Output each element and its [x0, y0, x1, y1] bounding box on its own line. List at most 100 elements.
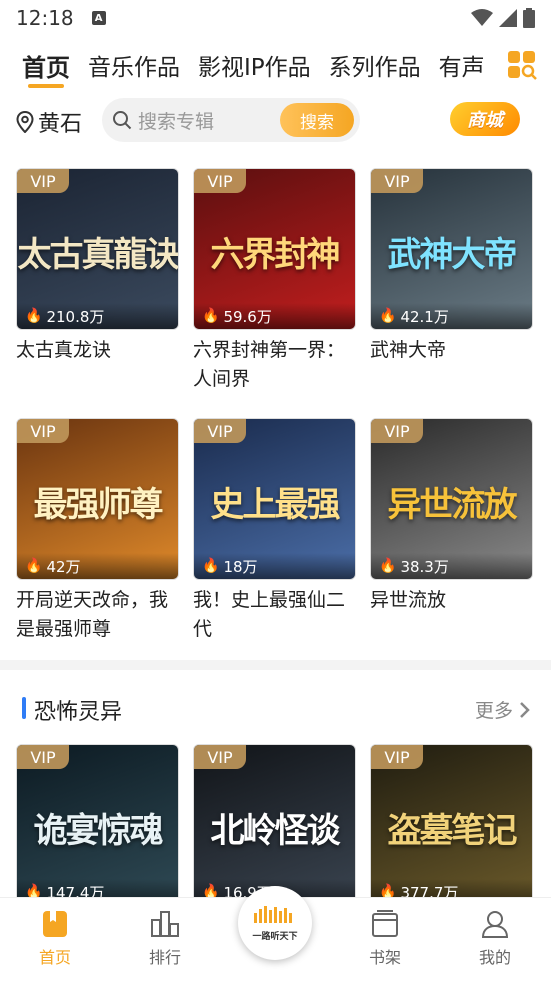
book-title[interactable]: 武神大帝 [370, 336, 533, 365]
nav-profile[interactable]: 我的 [455, 910, 535, 968]
fire-icon: 🔥 [25, 308, 43, 324]
book-card[interactable]: VIP 太古真龍诀 🔥 210.8万 太古真龙诀 [16, 168, 179, 394]
cover-art-title: 异世流放 [387, 485, 518, 525]
section-divider [0, 660, 551, 670]
fire-icon: 🔥 [379, 558, 397, 574]
status-icons [471, 8, 535, 28]
tab-audio[interactable]: 有声 [439, 40, 485, 82]
vip-badge: VIP [371, 419, 423, 443]
play-count-value: 18万 [223, 557, 258, 576]
play-count: 🔥 210.8万 [17, 303, 178, 329]
section-title: 恐怖灵异 [34, 700, 123, 725]
book-card[interactable]: VIP 异世流放 🔥 38.3万 异世流放 [370, 418, 533, 644]
location-selector[interactable]: 黄石 [16, 106, 82, 138]
equalizer-logo-icon [254, 905, 292, 923]
cover-art-title: 史上最强 [210, 485, 341, 525]
cover-art-title: 最强师尊 [33, 485, 164, 525]
bottom-navigation: 首页 排行 一路听天下 书架 我的 [0, 886, 551, 981]
play-count: 🔥 38.3万 [371, 553, 532, 579]
play-count-value: 38.3万 [400, 557, 449, 576]
nav-label: 排行 [148, 948, 181, 967]
book-card[interactable]: VIP 史上最强 🔥 18万 我！史上最强仙二代 [193, 418, 356, 644]
play-count: 🔥 18万 [194, 553, 355, 579]
battery-icon [523, 8, 535, 28]
book-title[interactable]: 我！史上最强仙二代 [193, 586, 356, 644]
book-cover[interactable]: VIP 六界封神 🔥 59.6万 [193, 168, 356, 330]
vip-badge: VIP [17, 169, 69, 193]
fire-icon: 🔥 [202, 308, 220, 324]
tab-series[interactable]: 系列作品 [329, 40, 421, 82]
vip-badge: VIP [194, 169, 246, 193]
section-accent-bar [22, 697, 26, 719]
book-title[interactable]: 六界封神第一界：人间界 [193, 336, 356, 394]
featured-grid-row-1: VIP 太古真龍诀 🔥 210.8万 太古真龙诀 VIP 六界封神 🔥 59.6万 … [16, 168, 536, 394]
search-button[interactable]: 搜索 [280, 103, 354, 137]
more-label: 更多 [474, 700, 513, 722]
location-pin-icon [16, 111, 34, 133]
book-cover[interactable]: VIP 太古真龍诀 🔥 210.8万 [16, 168, 179, 330]
book-card[interactable]: VIP 最强师尊 🔥 42万 开局逆天改命，我是最强师尊 [16, 418, 179, 644]
play-count: 🔥 42万 [17, 553, 178, 579]
nav-label: 首页 [38, 948, 71, 967]
book-cover[interactable]: VIP 盗墓笔记 🔥 377.7万 [370, 744, 533, 906]
book-title[interactable]: 太古真龙诀 [16, 336, 179, 365]
book-cover[interactable]: VIP 诡宴惊魂 🔥 147.4万 [16, 744, 179, 906]
cover-art-title: 太古真龍诀 [17, 235, 179, 275]
book-card[interactable]: VIP 北岭怪谈 🔥 16.9万 [193, 744, 356, 906]
vip-badge: VIP [194, 745, 246, 769]
fire-icon: 🔥 [379, 308, 397, 324]
book-cover[interactable]: VIP 北岭怪谈 🔥 16.9万 [193, 744, 356, 906]
search-placeholder: 搜索专辑 [138, 110, 215, 133]
nav-label: 我的 [478, 948, 511, 967]
section-more-link[interactable]: 更多 [475, 696, 531, 723]
section-header: 恐怖灵异 更多 [0, 690, 551, 730]
search-icon [113, 111, 132, 130]
play-count-value: 42万 [46, 557, 81, 576]
play-count-value: 42.1万 [400, 307, 449, 326]
fire-icon: 🔥 [25, 558, 43, 574]
signal-icon [499, 9, 517, 27]
category-tabs: 首页 音乐作品 影视IP作品 系列作品 有声 [0, 40, 551, 92]
cover-art-title: 诡宴惊魂 [33, 811, 164, 851]
tab-home[interactable]: 首页 [22, 40, 70, 88]
book-title[interactable]: 开局逆天改命，我是最强师尊 [16, 586, 179, 644]
notification-icon: A [91, 11, 106, 25]
book-title[interactable]: 异世流放 [370, 586, 533, 615]
vip-badge: VIP [371, 745, 423, 769]
book-card[interactable]: VIP 武神大帝 🔥 42.1万 武神大帝 [370, 168, 533, 394]
fire-icon: 🔥 [202, 558, 220, 574]
chevron-right-icon [520, 701, 530, 718]
book-card[interactable]: VIP 盗墓笔记 🔥 377.7万 [370, 744, 533, 906]
home-icon [43, 911, 67, 937]
tab-film-ip[interactable]: 影视IP作品 [198, 40, 311, 82]
vip-badge: VIP [17, 745, 69, 769]
book-cover[interactable]: VIP 武神大帝 🔥 42.1万 [370, 168, 533, 330]
book-cover[interactable]: VIP 史上最强 🔥 18万 [193, 418, 356, 580]
wifi-icon [471, 9, 493, 26]
status-bar: 12:18 A [0, 0, 551, 36]
nav-ranking[interactable]: 排行 [125, 910, 205, 968]
featured-grid-row-2: VIP 最强师尊 🔥 42万 开局逆天改命，我是最强师尊 VIP 史上最强 🔥 18… [16, 418, 536, 644]
center-play-logo[interactable]: 一路听天下 [238, 886, 312, 960]
cover-art-title: 六界封神 [210, 235, 341, 275]
logo-text: 一路听天下 [252, 931, 298, 942]
book-card[interactable]: VIP 六界封神 🔥 59.6万 六界封神第一界：人间界 [193, 168, 356, 394]
mall-button[interactable]: 商城 [450, 102, 520, 136]
vip-badge: VIP [194, 419, 246, 443]
nav-home[interactable]: 首页 [15, 910, 95, 968]
book-card[interactable]: VIP 诡宴惊魂 🔥 147.4万 [16, 744, 179, 906]
nav-bookshelf[interactable]: 书架 [345, 910, 425, 968]
book-cover[interactable]: VIP 异世流放 🔥 38.3万 [370, 418, 533, 580]
search-input[interactable]: 搜索专辑 搜索 [102, 98, 360, 142]
book-cover[interactable]: VIP 最强师尊 🔥 42万 [16, 418, 179, 580]
ranking-icon [151, 911, 179, 937]
play-count: 🔥 42.1万 [371, 303, 532, 329]
section-grid: VIP 诡宴惊魂 🔥 147.4万 VIP 北岭怪谈 🔥 16.9万 VIP 盗墓笔… [16, 744, 536, 906]
nav-label: 书架 [368, 948, 401, 967]
category-menu-icon[interactable] [507, 50, 537, 80]
tab-music[interactable]: 音乐作品 [88, 40, 180, 82]
play-count-value: 210.8万 [46, 307, 105, 326]
cover-art-title: 北岭怪谈 [210, 811, 341, 851]
play-count: 🔥 59.6万 [194, 303, 355, 329]
vip-badge: VIP [17, 419, 69, 443]
